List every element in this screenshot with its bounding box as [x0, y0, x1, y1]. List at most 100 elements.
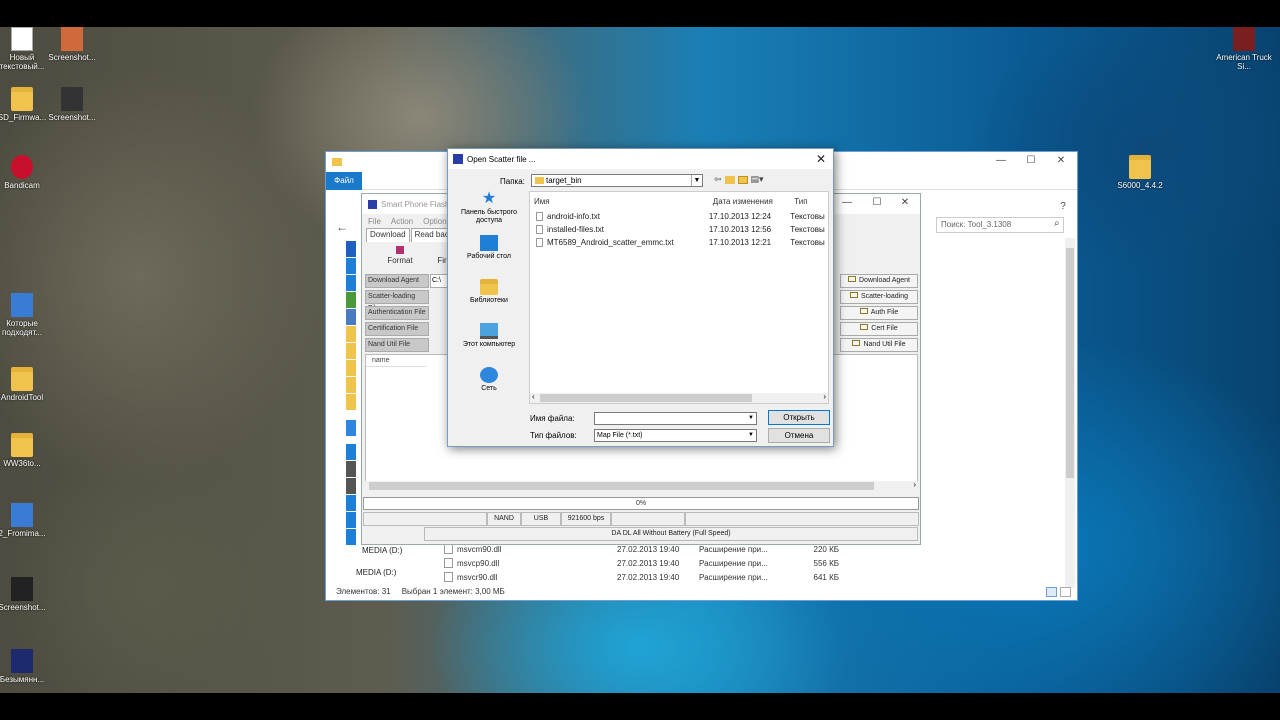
scatter-loading-button[interactable]: Scatter-loading [840, 290, 918, 304]
desktop-icon[interactable] [346, 529, 356, 545]
file-row[interactable]: android-info.txt 17.10.2013 12:24 Тексто… [530, 210, 828, 223]
scroll-right-icon[interactable]: › [913, 480, 916, 489]
desktop-icon[interactable]: WW36to... [0, 433, 54, 468]
look-in-label: Папка: [500, 177, 525, 186]
download-icon[interactable] [346, 275, 356, 291]
scroll-right-icon[interactable]: › [823, 392, 826, 401]
this-pc-icon[interactable] [346, 444, 356, 460]
tab-download[interactable]: Download [366, 228, 410, 242]
minimize-button[interactable]: — [986, 154, 1016, 168]
dialog-titlebar[interactable]: Open Scatter file ... [448, 149, 833, 169]
table-row[interactable]: msvcp90.dll 27.02.2013 19:40 Расширение … [444, 556, 964, 570]
close-button[interactable]: ✕ [813, 151, 829, 167]
dll-file-icon [444, 558, 453, 568]
table-row[interactable]: msvcr90.dll 27.02.2013 19:40 Расширение … [444, 570, 964, 584]
libraries-icon [480, 279, 498, 295]
documents-icon[interactable] [346, 292, 356, 308]
folder-icon[interactable] [346, 360, 356, 376]
format-button[interactable]: Format [382, 246, 418, 265]
chevron-down-icon[interactable]: ▼ [746, 413, 756, 424]
new-folder-icon[interactable] [737, 176, 748, 184]
open-folder-icon [852, 340, 861, 346]
desktop-icon[interactable]: Безымянн... [0, 649, 54, 684]
pin-icon[interactable] [346, 241, 356, 257]
pictures-icon[interactable] [346, 309, 356, 325]
back-arrow-icon[interactable]: ← [336, 220, 348, 234]
music-icon[interactable] [346, 512, 356, 528]
view-menu-icon[interactable]: ▤▾ [751, 174, 764, 185]
desktop-icon[interactable]: Bandicam [0, 155, 54, 190]
column-name[interactable]: Имя [530, 197, 709, 206]
place-desktop[interactable]: Рабочий стол [450, 235, 528, 279]
column-date[interactable]: Дата изменения [709, 197, 790, 206]
folder-icon[interactable] [346, 394, 356, 410]
scrollbar-thumb[interactable] [540, 394, 752, 402]
documents-icon[interactable] [346, 478, 356, 494]
drive-item[interactable]: MEDIA (D:) [362, 546, 402, 555]
maximize-button[interactable]: ☐ [862, 196, 892, 210]
back-icon[interactable]: ⇦ [714, 174, 722, 185]
desktop-icon[interactable]: 2_Fromima... [0, 503, 54, 538]
scrollbar-thumb[interactable] [1066, 248, 1074, 478]
cert-file-button[interactable]: Cert File [840, 322, 918, 336]
download-icon[interactable] [346, 495, 356, 511]
tab-file[interactable]: Файл [326, 172, 362, 190]
desktop-icon[interactable] [346, 258, 356, 274]
close-button[interactable]: ✕ [890, 196, 920, 210]
details-view-icon[interactable] [1046, 587, 1057, 597]
desktop-icon[interactable]: S6000_4.4.2 [1108, 155, 1172, 190]
open-scatter-dialog[interactable]: Open Scatter file ... ✕ Папка: target_bi… [447, 148, 834, 447]
help-icon[interactable]: ? [1048, 200, 1078, 214]
place-this-pc[interactable]: Этот компьютер [450, 323, 528, 367]
folder-icon[interactable] [346, 326, 356, 342]
vertical-scrollbar[interactable] [1065, 238, 1075, 588]
filetype-select[interactable]: Map File (*.txt) ▼ [594, 429, 757, 442]
search-input[interactable]: Поиск: Tool_3.1308 [936, 217, 1064, 233]
chevron-down-icon[interactable]: ▼ [691, 175, 702, 186]
authentication-label: Authentication File [365, 306, 429, 320]
video-icon[interactable] [346, 461, 356, 477]
close-button[interactable]: ✕ [1046, 154, 1076, 168]
app-icon [11, 649, 33, 673]
place-network[interactable]: Сеть [450, 367, 528, 411]
menu-option[interactable]: Option [423, 217, 447, 226]
desktop-icon[interactable]: Screenshot... [40, 27, 104, 62]
desktop-icon[interactable]: Screenshot... [40, 87, 104, 122]
scrollbar-thumb[interactable] [369, 482, 874, 490]
folder-icon[interactable] [346, 343, 356, 359]
open-button[interactable]: Открыть [768, 410, 830, 425]
place-quick-access[interactable]: ★ Панель быстрого доступа [450, 191, 528, 235]
onedrive-icon[interactable] [346, 420, 356, 436]
desktop-icon[interactable]: AndroidTool [0, 367, 54, 402]
scroll-left-icon[interactable]: ‹ [532, 392, 535, 401]
horizontal-scrollbar[interactable]: ‹ › [530, 392, 828, 403]
auth-file-button[interactable]: Auth File [840, 306, 918, 320]
minimize-button[interactable]: — [832, 196, 862, 210]
desktop-icon[interactable]: Screenshot... [0, 577, 54, 612]
chevron-down-icon[interactable]: ▼ [746, 430, 756, 441]
column-header[interactable]: name [366, 355, 426, 367]
file-list: msvcm90.dll 27.02.2013 19:40 Расширение … [444, 542, 964, 584]
place-libraries[interactable]: Библиотеки [450, 279, 528, 323]
folder-icon[interactable] [346, 377, 356, 393]
file-list[interactable]: Имя Дата изменения Тип android-info.txt … [529, 191, 829, 404]
download-agent-button[interactable]: Download Agent [840, 274, 918, 288]
download-agent-path[interactable]: C:\ [430, 274, 448, 288]
look-in-dropdown[interactable]: target_bin ▼ [531, 174, 703, 187]
drive-item[interactable]: MEDIA (D:) [356, 568, 396, 577]
menu-action[interactable]: Action [391, 217, 413, 226]
up-folder-icon[interactable] [724, 176, 735, 184]
desktop-icon[interactable]: American Truck Si... [1212, 27, 1276, 71]
menu-file[interactable]: File [368, 217, 381, 226]
nand-util-button[interactable]: Nand Util File [840, 338, 918, 352]
horizontal-scrollbar[interactable]: › [365, 480, 918, 491]
file-row[interactable]: installed-files.txt 17.10.2013 12:56 Тек… [530, 223, 828, 236]
maximize-button[interactable]: ☐ [1016, 154, 1046, 168]
column-type[interactable]: Тип [790, 197, 828, 206]
filename-input[interactable]: ▼ [594, 412, 757, 425]
file-row[interactable]: MT6589_Android_scatter_emmc.txt 17.10.20… [530, 236, 828, 249]
search-icon[interactable]: ⌕ [1054, 218, 1060, 229]
desktop-icon[interactable]: Которые подходят... [0, 293, 54, 337]
cancel-button[interactable]: Отмена [768, 428, 830, 443]
tiles-view-icon[interactable] [1060, 587, 1071, 597]
